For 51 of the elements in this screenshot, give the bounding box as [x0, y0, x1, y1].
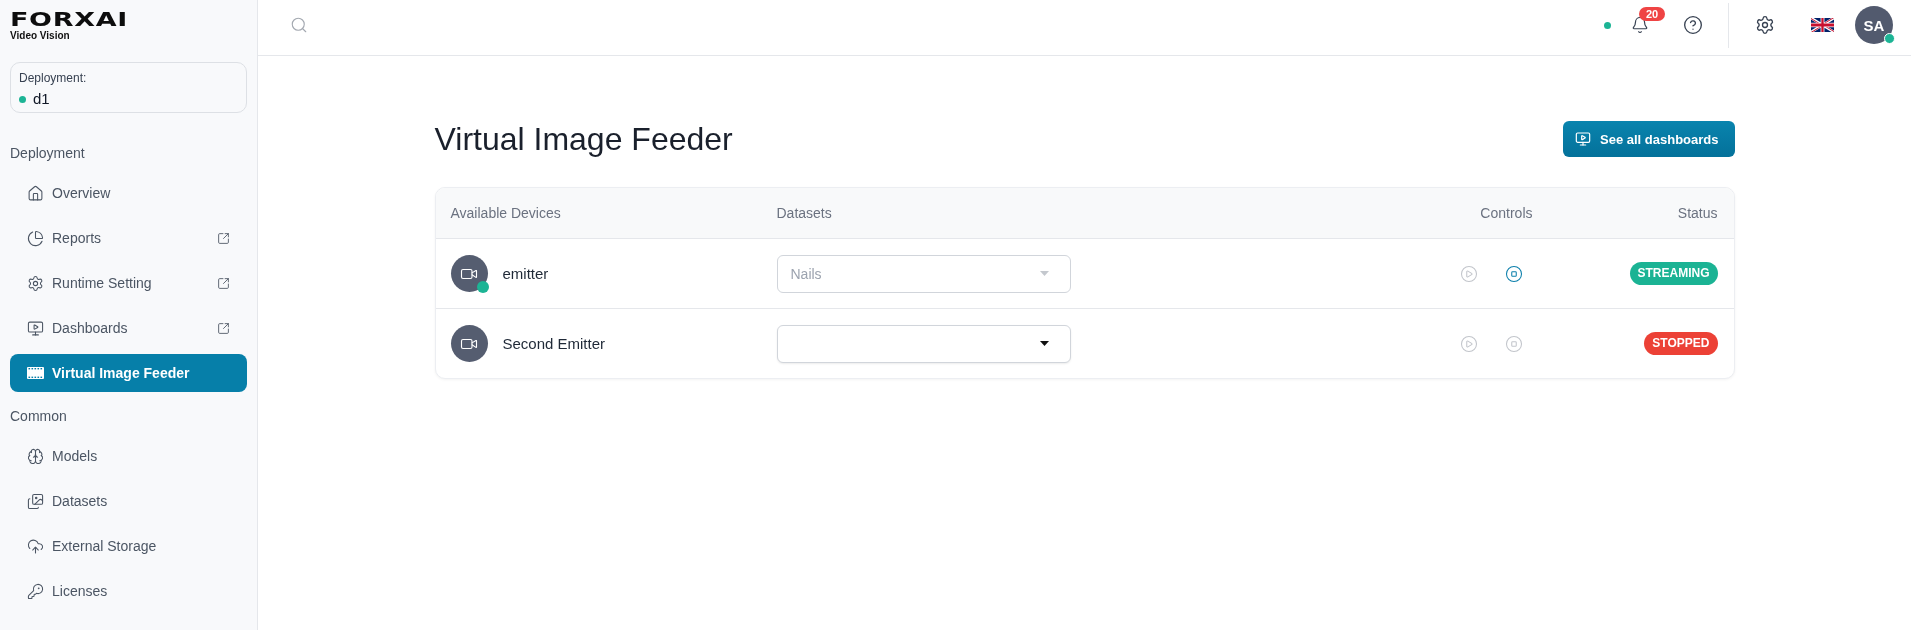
column-header: Datasets — [776, 205, 832, 221]
see-all-dashboards-button[interactable]: See all dashboards — [1563, 121, 1735, 157]
images-icon — [27, 492, 44, 510]
column-header: Available Devices — [450, 205, 561, 221]
section-heading: Deployment — [10, 144, 85, 163]
help-icon[interactable] — [1683, 15, 1703, 35]
sidebar-item[interactable]: Runtime Setting — [10, 264, 247, 302]
sidebar-item[interactable]: Virtual Image Feeder — [10, 354, 247, 392]
pie-chart-icon — [27, 229, 44, 247]
column-header: Status — [1677, 205, 1718, 221]
column-header: Controls — [1480, 205, 1533, 221]
camera-icon — [450, 325, 488, 362]
camera-icon — [450, 255, 488, 292]
page-title: Virtual Image Feeder — [434, 121, 733, 157]
stop-button[interactable] — [1504, 264, 1523, 283]
play-icon — [1459, 334, 1478, 353]
flag-icon[interactable] — [1811, 18, 1834, 32]
brain-icon — [27, 447, 44, 465]
sidebar-item[interactable]: External Storage — [10, 527, 247, 565]
search-icon[interactable] — [290, 16, 308, 34]
deployment-name: d1 — [33, 89, 50, 109]
logo-wordmark: FORXAI — [10, 9, 128, 29]
home-icon — [27, 184, 44, 202]
sidebar-item[interactable]: Overview — [10, 174, 247, 212]
monitor-play-icon — [1575, 131, 1591, 147]
stop-icon — [1504, 334, 1523, 353]
sidebar-item[interactable]: Datasets — [10, 482, 247, 520]
logo-tagline: Video Vision — [10, 30, 70, 42]
user-avatar[interactable]: SA — [1855, 6, 1893, 44]
film-strip-icon — [27, 367, 44, 379]
stop-icon — [1504, 264, 1523, 283]
monitor-play-icon — [27, 319, 44, 337]
status-badge: STREAMING — [1629, 262, 1718, 285]
section-heading: Common — [10, 407, 67, 426]
caret-icon — [1039, 341, 1049, 346]
device-name: emitter — [502, 265, 549, 282]
gear-icon — [27, 274, 44, 292]
notification-count-badge: 20 — [1639, 7, 1665, 21]
deployment-label: Deployment: — [19, 70, 87, 86]
bell-icon[interactable] — [1631, 16, 1649, 34]
play-icon — [1459, 264, 1478, 283]
settings-icon[interactable] — [1755, 15, 1775, 35]
sidebar-item[interactable]: Licenses — [10, 572, 247, 610]
sidebar-item[interactable]: Reports — [10, 219, 247, 257]
key-icon — [27, 582, 44, 600]
sidebar-item[interactable]: Models — [10, 437, 247, 475]
cloud-upload-icon — [27, 537, 44, 555]
device-name: Second Emitter — [502, 335, 606, 352]
status-badge: STOPPED — [1644, 332, 1718, 355]
caret-icon — [1039, 271, 1049, 276]
sidebar-item[interactable]: Dashboards — [10, 309, 247, 347]
